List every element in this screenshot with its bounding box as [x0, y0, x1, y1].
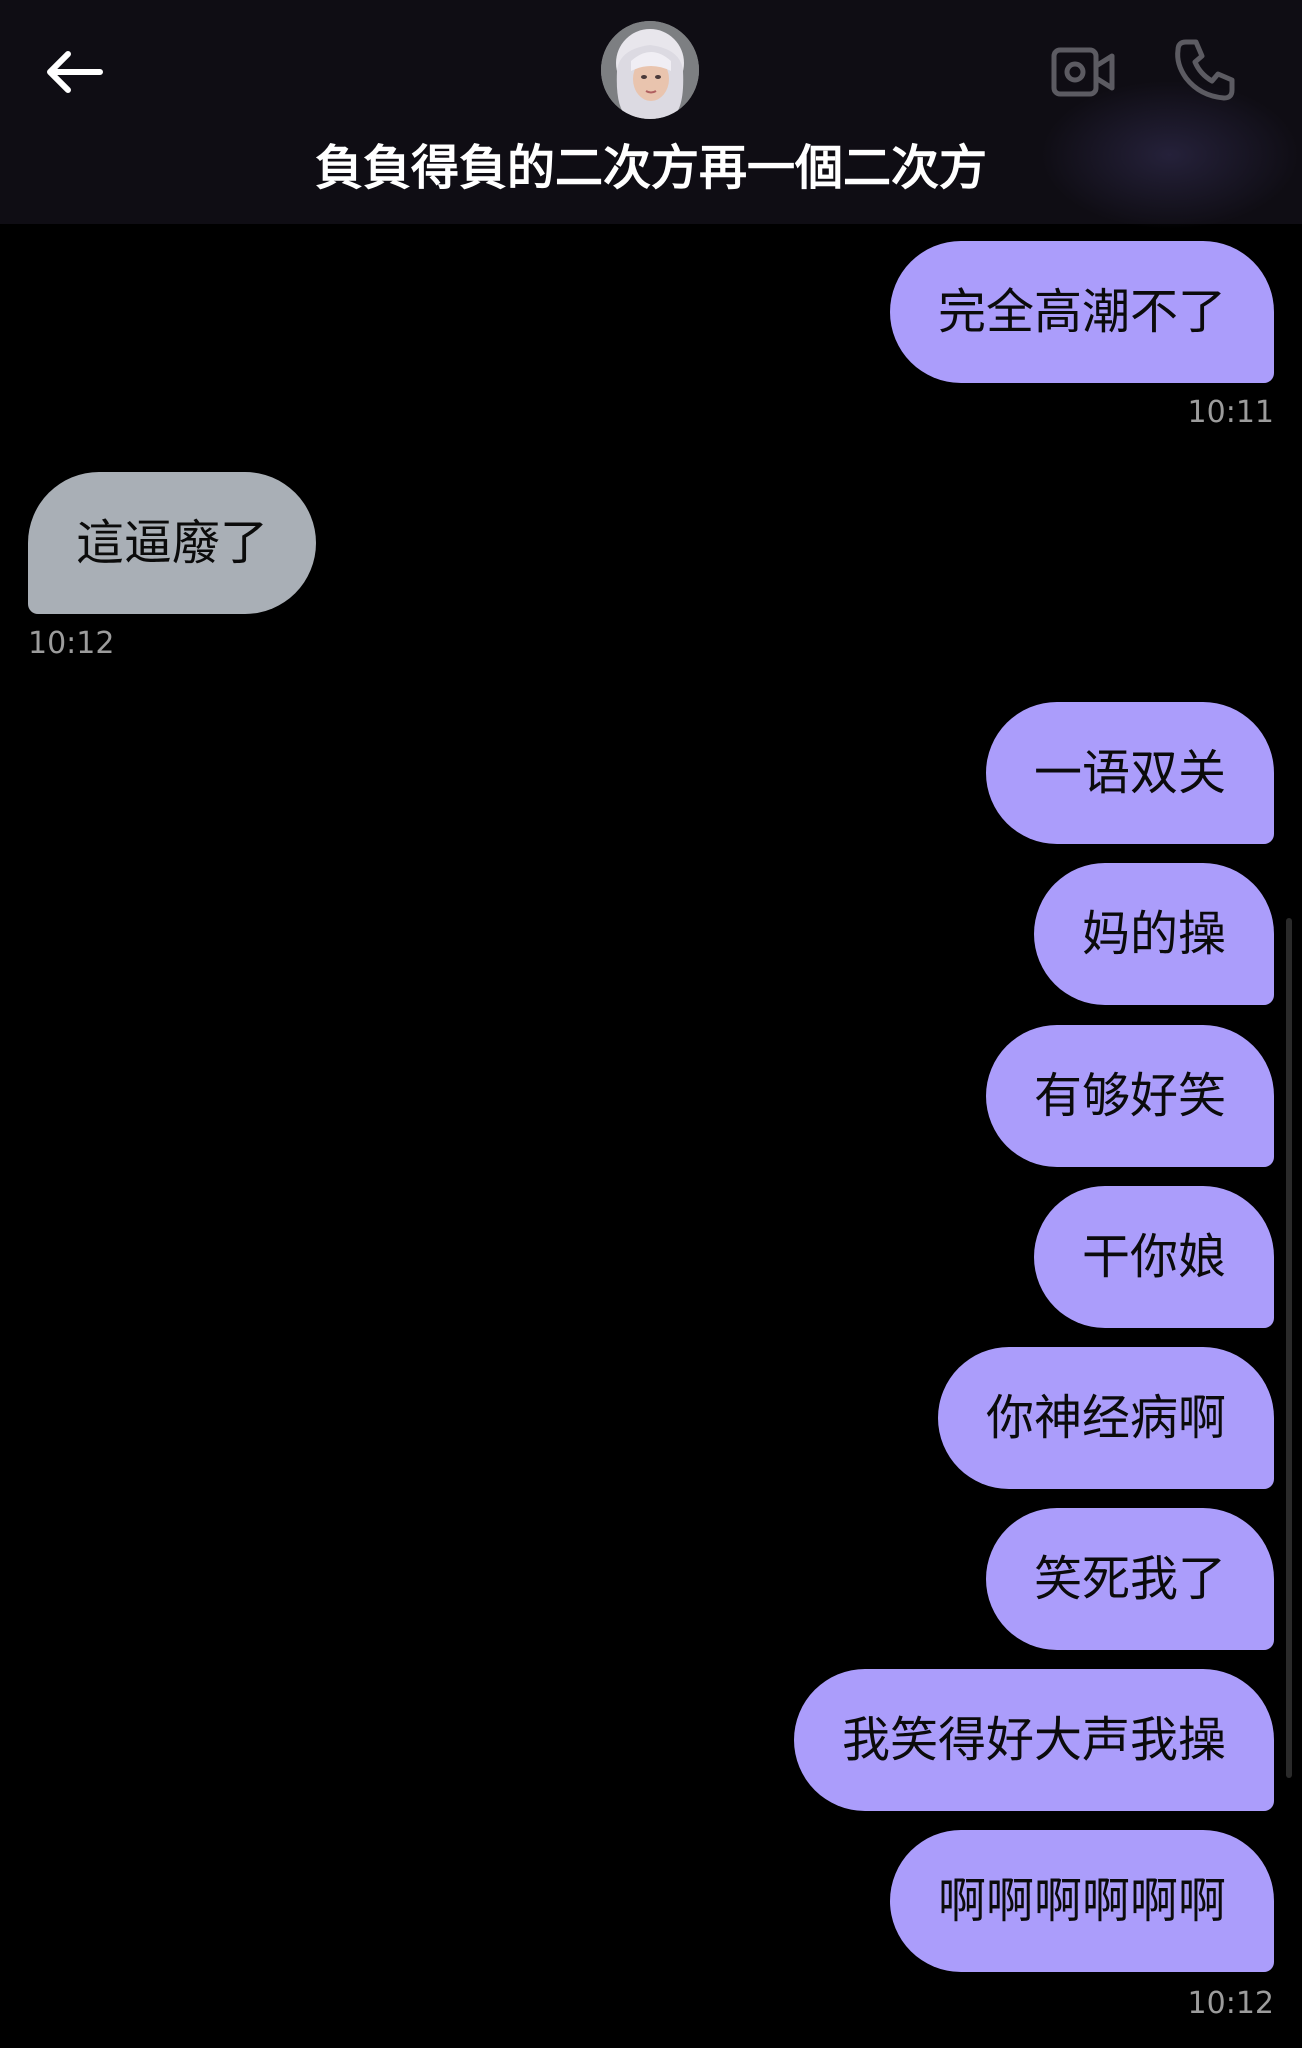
back-button[interactable] [38, 40, 110, 112]
message-timestamp: 10:12 [28, 626, 115, 661]
message-bubble-outgoing[interactable]: 一语双关 [985, 702, 1274, 844]
message-bubble-outgoing[interactable]: 有够好笑 [985, 1025, 1274, 1167]
video-camera-icon [1051, 47, 1115, 97]
chat-header: 負負得負的二次方再一個二次方 [0, 0, 1302, 230]
arrow-left-icon [47, 51, 103, 93]
message-bubble-outgoing[interactable]: 干你娘 [1033, 1186, 1274, 1328]
message-bubble-outgoing[interactable]: 我笑得好大声我操 [793, 1669, 1274, 1811]
message-timestamp: 10:12 [1187, 1986, 1274, 2021]
chat-title: 負負得負的二次方再一個二次方 [314, 140, 987, 196]
message-bubble-incoming[interactable]: 這逼廢了 [28, 472, 317, 614]
video-call-button[interactable] [1050, 40, 1118, 104]
message-bubble-outgoing[interactable]: 啊啊啊啊啊啊 [889, 1830, 1274, 1972]
voice-call-button[interactable] [1172, 36, 1240, 104]
contact-avatar[interactable] [601, 21, 699, 119]
message-bubble-outgoing[interactable]: 笑死我了 [985, 1508, 1274, 1650]
scrollbar[interactable] [1286, 918, 1292, 1778]
message-bubble-outgoing[interactable]: 你神经病啊 [937, 1347, 1274, 1489]
message-bubble-outgoing[interactable]: 完全高潮不了 [889, 241, 1274, 383]
message-timestamp: 10:11 [1187, 395, 1274, 430]
phone-icon [1175, 39, 1235, 101]
message-bubble-outgoing[interactable]: 妈的操 [1033, 863, 1274, 1005]
avatar-image [601, 21, 699, 119]
message-list[interactable]: 完全高潮不了 10:11 這逼廢了 10:12 一语双关 妈的操 有够好笑 干你… [0, 224, 1302, 2048]
